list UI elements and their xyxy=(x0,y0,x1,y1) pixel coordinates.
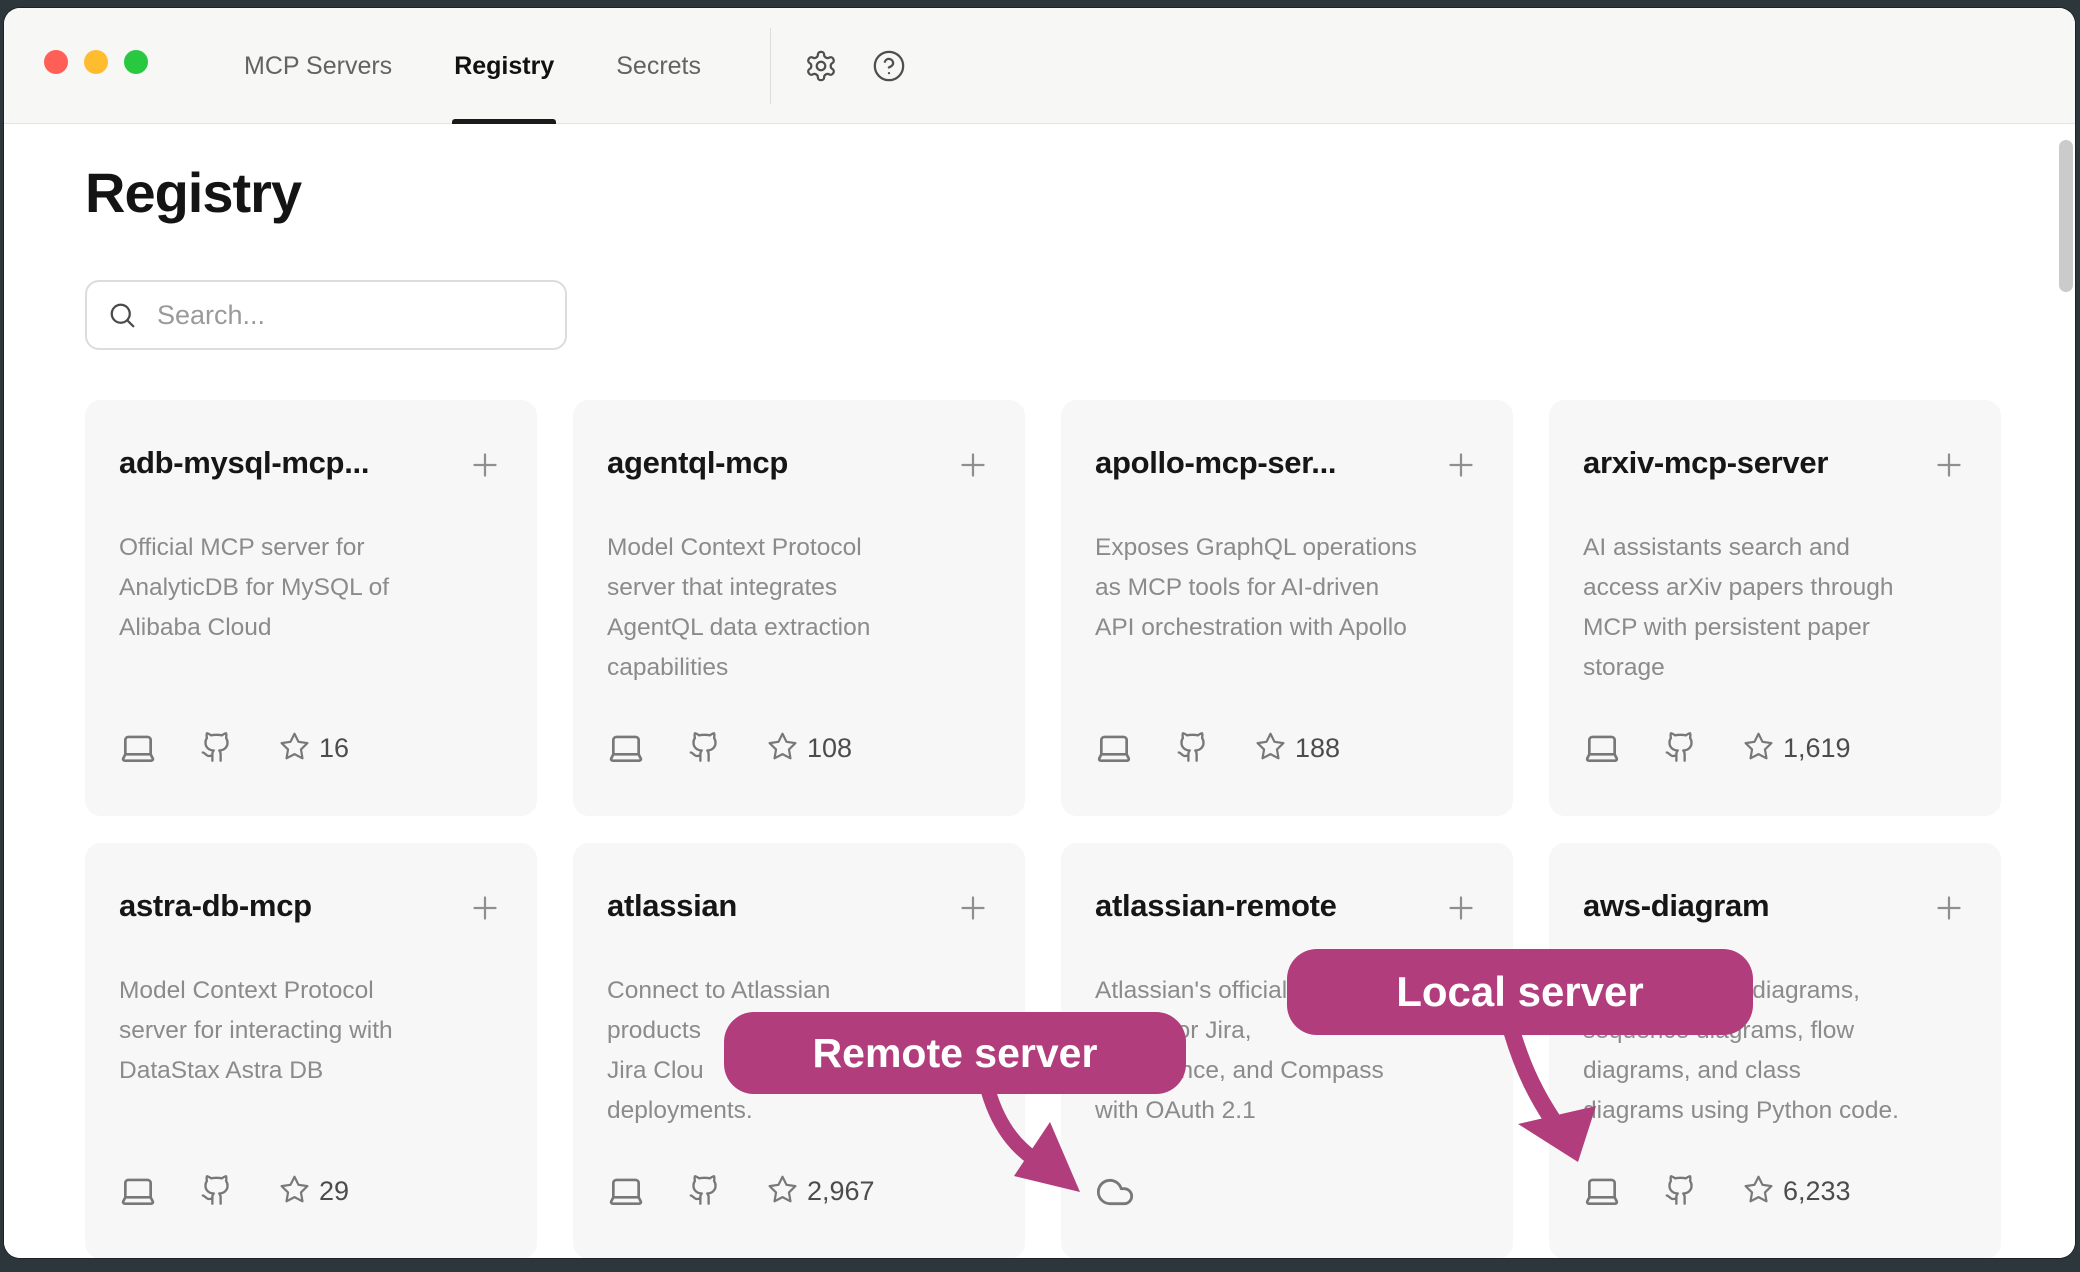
star-count: 6,233 xyxy=(1783,1176,1851,1207)
add-server-button[interactable] xyxy=(955,890,991,926)
card-footer: 29 xyxy=(119,1172,503,1210)
star-count: 108 xyxy=(807,733,852,764)
traffic-lights xyxy=(44,50,148,74)
server-name: adb-mysql-mcp... xyxy=(119,445,369,481)
server-description: Model Context Protocolserver for interac… xyxy=(119,971,503,1091)
server-name: atlassian xyxy=(607,888,737,924)
local-server-laptop-icon xyxy=(119,729,157,767)
local-server-laptop-icon xyxy=(1583,729,1621,767)
server-card: arxiv-mcp-server AI assistants search an… xyxy=(1549,400,2001,816)
search-box xyxy=(85,280,567,350)
server-name: atlassian-remote xyxy=(1095,888,1337,924)
card-footer: 16 xyxy=(119,729,503,767)
add-server-button[interactable] xyxy=(1931,890,1967,926)
local-server-laptop-icon xyxy=(1583,1172,1621,1210)
add-server-button[interactable] xyxy=(1443,890,1479,926)
card-footer: 1,619 xyxy=(1583,729,1967,767)
add-server-button[interactable] xyxy=(1443,447,1479,483)
card-header: atlassian-remote xyxy=(1095,888,1479,926)
server-card: adb-mysql-mcp... Official MCP server for… xyxy=(85,400,537,816)
github-icon[interactable] xyxy=(688,1172,721,1208)
remote-server-cloud-icon xyxy=(1095,1172,1135,1212)
page-title: Registry xyxy=(85,160,301,225)
local-server-laptop-icon xyxy=(119,1172,157,1210)
star-icon xyxy=(279,729,310,763)
card-header: aws-diagram xyxy=(1583,888,1967,926)
settings-gear-icon[interactable] xyxy=(800,45,842,87)
main-tabs: MCP Servers Registry Secrets xyxy=(244,8,701,124)
tab-secrets[interactable]: Secrets xyxy=(616,8,701,124)
github-icon[interactable] xyxy=(200,1172,233,1208)
star-icon xyxy=(1743,729,1774,763)
card-header: atlassian xyxy=(607,888,991,926)
server-description: Generate AWS diagrams,sequence diagrams,… xyxy=(1583,971,1967,1131)
star-count: 29 xyxy=(319,1176,349,1207)
local-server-laptop-icon xyxy=(607,1172,645,1210)
card-footer xyxy=(1095,1172,1479,1210)
card-footer: 2,967 xyxy=(607,1172,991,1210)
add-server-button[interactable] xyxy=(467,890,503,926)
star-icon xyxy=(279,1172,310,1206)
github-icon[interactable] xyxy=(200,729,233,765)
card-header: apollo-mcp-ser... xyxy=(1095,445,1479,483)
server-description: Connect to AtlassianproductsJira Cloudep… xyxy=(607,971,991,1131)
server-card: astra-db-mcp Model Context Protocolserve… xyxy=(85,843,537,1258)
add-server-button[interactable] xyxy=(1931,447,1967,483)
help-icon[interactable] xyxy=(868,45,910,87)
server-name: astra-db-mcp xyxy=(119,888,312,924)
github-icon[interactable] xyxy=(1664,729,1697,765)
card-footer: 6,233 xyxy=(1583,1172,1967,1210)
registry-page: Registry adb-mysql-mcp... Official MCP s… xyxy=(4,124,2075,1258)
card-footer: 188 xyxy=(1095,729,1479,767)
star-count: 2,967 xyxy=(807,1176,875,1207)
server-description: Atlassian's official MCPserver for Jira,… xyxy=(1095,971,1479,1131)
server-name: apollo-mcp-ser... xyxy=(1095,445,1336,481)
local-server-laptop-icon xyxy=(1095,729,1133,767)
server-card: atlassian Connect to AtlassianproductsJi… xyxy=(573,843,1025,1258)
server-name: agentql-mcp xyxy=(607,445,788,481)
star-icon xyxy=(1743,1172,1774,1206)
server-name: aws-diagram xyxy=(1583,888,1769,924)
vertical-scrollbar-thumb[interactable] xyxy=(2059,140,2073,292)
server-description: Exposes GraphQL operationsas MCP tools f… xyxy=(1095,528,1479,648)
topbar-divider xyxy=(770,28,771,104)
card-header: adb-mysql-mcp... xyxy=(119,445,503,483)
server-card: agentql-mcp Model Context Protocolserver… xyxy=(573,400,1025,816)
zoom-window-button[interactable] xyxy=(124,50,148,74)
search-icon xyxy=(107,300,137,330)
tab-registry[interactable]: Registry xyxy=(454,8,554,124)
local-server-laptop-icon xyxy=(607,729,645,767)
server-description: AI assistants search andaccess arXiv pap… xyxy=(1583,528,1967,688)
star-count: 1,619 xyxy=(1783,733,1851,764)
server-name: arxiv-mcp-server xyxy=(1583,445,1828,481)
tab-mcp-servers[interactable]: MCP Servers xyxy=(244,8,392,124)
star-count: 16 xyxy=(319,733,349,764)
star-icon xyxy=(767,1172,798,1206)
card-footer: 108 xyxy=(607,729,991,767)
github-icon[interactable] xyxy=(1664,1172,1697,1208)
card-header: astra-db-mcp xyxy=(119,888,503,926)
card-header: arxiv-mcp-server xyxy=(1583,445,1967,483)
window-titlebar: MCP Servers Registry Secrets xyxy=(4,8,2075,124)
github-icon[interactable] xyxy=(688,729,721,765)
server-description: Official MCP server forAnalyticDB for My… xyxy=(119,528,503,648)
server-card: atlassian-remote Atlassian's official MC… xyxy=(1061,843,1513,1258)
minimize-window-button[interactable] xyxy=(84,50,108,74)
app-window: MCP Servers Registry Secrets Registry xyxy=(4,8,2075,1258)
add-server-button[interactable] xyxy=(467,447,503,483)
search-input[interactable] xyxy=(157,300,545,331)
server-description: Model Context Protocolserver that integr… xyxy=(607,528,991,688)
server-card-grid: adb-mysql-mcp... Official MCP server for… xyxy=(85,400,2001,1258)
star-count: 188 xyxy=(1295,733,1340,764)
server-card: apollo-mcp-ser... Exposes GraphQL operat… xyxy=(1061,400,1513,816)
server-card: aws-diagram Generate AWS diagrams,sequen… xyxy=(1549,843,2001,1258)
close-window-button[interactable] xyxy=(44,50,68,74)
add-server-button[interactable] xyxy=(955,447,991,483)
github-icon[interactable] xyxy=(1176,729,1209,765)
star-icon xyxy=(767,729,798,763)
card-header: agentql-mcp xyxy=(607,445,991,483)
star-icon xyxy=(1255,729,1286,763)
